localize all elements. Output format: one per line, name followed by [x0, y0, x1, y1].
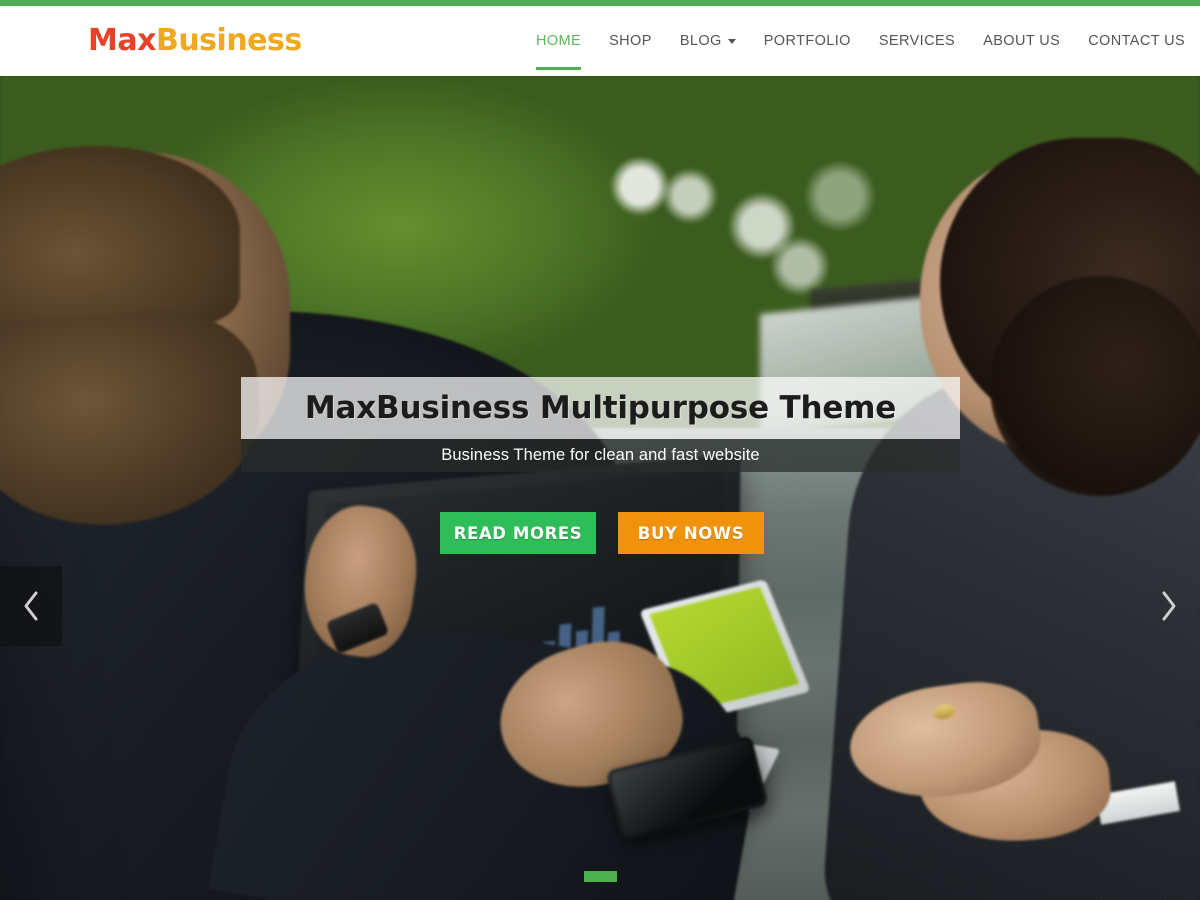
nav-item-label: HOME — [536, 33, 582, 49]
nav-item-label: ABOUT US — [983, 33, 1061, 49]
hero-caption: MaxBusiness Multipurpose Theme Business … — [241, 377, 960, 472]
site-logo[interactable]: MaxBusiness — [88, 26, 302, 56]
logo-text-max: Max — [88, 23, 156, 58]
chevron-down-icon — [727, 38, 736, 44]
hero-slider: MaxBusiness Multipurpose Theme Business … — [0, 76, 1200, 900]
hero-cta-row: READ MORES BUY NOWS — [440, 512, 764, 554]
buy-now-button[interactable]: BUY NOWS — [618, 512, 764, 554]
hero-background-image — [0, 76, 1200, 900]
nav-item-label: SHOP — [609, 33, 652, 49]
chevron-left-icon — [20, 589, 42, 623]
nav-item-about-us[interactable]: ABOUT US — [969, 6, 1074, 76]
nav-item-services[interactable]: SERVICES — [865, 6, 969, 76]
main-navigation: HOME SHOP BLOG PORTFOLIO SERVICES ABOUT … — [536, 6, 1199, 76]
read-more-button[interactable]: READ MORES — [440, 512, 596, 554]
slider-pagination — [0, 871, 1200, 882]
hero-title: MaxBusiness Multipurpose Theme — [304, 390, 897, 426]
hero-subtitle-band: Business Theme for clean and fast websit… — [241, 439, 960, 472]
nav-item-contact-us[interactable]: CONTACT US — [1074, 6, 1199, 76]
nav-item-portfolio[interactable]: PORTFOLIO — [750, 6, 865, 76]
hero-title-band: MaxBusiness Multipurpose Theme — [241, 377, 960, 439]
woman-hair-lower — [990, 276, 1200, 496]
nav-item-home[interactable]: HOME — [536, 6, 595, 76]
logo-text-business: Business — [155, 23, 302, 58]
nav-item-label: PORTFOLIO — [763, 33, 851, 49]
nav-item-label: SERVICES — [878, 33, 956, 49]
nav-item-blog[interactable]: BLOG — [666, 6, 750, 76]
nav-item-shop[interactable]: SHOP — [595, 6, 666, 76]
hero-subtitle: Business Theme for clean and fast websit… — [441, 446, 760, 464]
slider-dot[interactable] — [583, 871, 617, 882]
nav-item-label: CONTACT US — [1088, 33, 1186, 49]
site-header: MaxBusiness HOME SHOP BLOG PORTFOLIO SER… — [0, 6, 1200, 76]
slider-next-button[interactable] — [1138, 566, 1200, 646]
slider-prev-button[interactable] — [0, 566, 62, 646]
nav-item-label: BLOG — [679, 33, 722, 49]
chevron-right-icon — [1158, 589, 1180, 623]
